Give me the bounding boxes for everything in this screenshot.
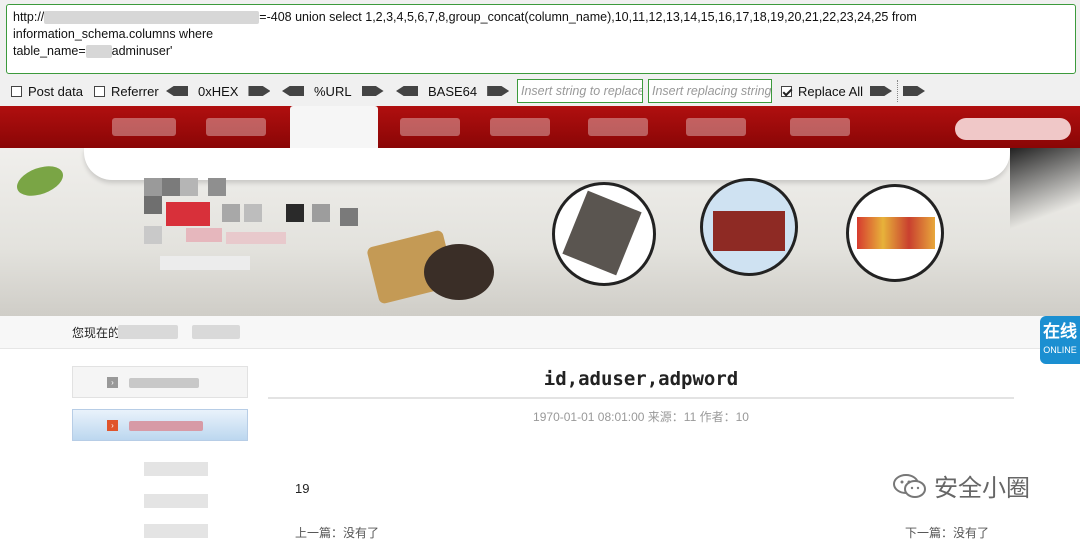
sidebar-item-active[interactable]: › xyxy=(72,409,248,441)
replace-all-label: Replace All xyxy=(798,83,864,99)
hex-tool[interactable]: 0xHEX xyxy=(166,78,271,104)
online-big-label: 在线 xyxy=(1043,322,1077,341)
nav-item[interactable] xyxy=(790,118,850,136)
base64-label: BASE64 xyxy=(428,83,478,99)
hackbar: http://=-408 union select 1,2,3,4,5,6,7,… xyxy=(0,0,1080,106)
banner-top-card xyxy=(84,148,1010,180)
next-article-link[interactable]: 下一篇：没有了 xyxy=(905,524,989,541)
replace-apply-button-2[interactable] xyxy=(903,78,925,104)
feature-circle-1[interactable] xyxy=(552,182,656,286)
redacted-host xyxy=(44,11,260,25)
sidebar-item[interactable]: › xyxy=(72,366,248,398)
feature-circle-2[interactable] xyxy=(700,178,798,276)
replace-apply-button[interactable] xyxy=(870,78,892,104)
nav-item[interactable] xyxy=(490,118,550,136)
logo-red-pixel xyxy=(166,202,210,226)
site-search-box[interactable] xyxy=(955,118,1071,140)
replace-arrow-icon[interactable] xyxy=(870,86,892,96)
base64-encode-arrow-icon[interactable] xyxy=(487,86,510,96)
watermark: 安全小圈 xyxy=(892,468,1030,503)
replace-string-input[interactable]: Insert string to replace xyxy=(517,79,643,103)
leaf-decoration xyxy=(13,160,67,202)
logo-pixel xyxy=(162,178,180,196)
bamboo-decoration xyxy=(1010,148,1080,258)
url-line2-end: adminuser' xyxy=(111,44,173,58)
nav-item[interactable] xyxy=(112,118,176,136)
breadcrumb: 您现在的 xyxy=(0,316,1080,349)
chevron-right-icon: › xyxy=(107,420,118,431)
article-title: id,aduser,adpword xyxy=(543,368,739,390)
logo-pixel xyxy=(186,228,222,242)
logo-pixel xyxy=(144,196,162,214)
hex-encode-arrow-icon[interactable] xyxy=(248,86,271,96)
site-banner xyxy=(0,148,1080,316)
gift-boxes-image xyxy=(857,217,935,249)
online-small-label: ONLINE xyxy=(1043,345,1077,355)
sidebar-subitem[interactable] xyxy=(144,524,208,538)
redacted-table-prefix xyxy=(85,45,112,59)
referrer-toggle[interactable]: Referrer xyxy=(94,78,159,104)
url-decode-arrow-icon[interactable] xyxy=(282,86,304,96)
url-encode-arrow-icon[interactable] xyxy=(361,86,384,96)
logo-pixel xyxy=(144,226,162,244)
url-textarea[interactable]: http://=-408 union select 1,2,3,4,5,6,7,… xyxy=(6,4,1076,74)
logo-pixel xyxy=(226,232,286,244)
url-encode-tool[interactable]: %URL xyxy=(282,78,384,104)
nav-item[interactable] xyxy=(686,118,746,136)
logo-pixel xyxy=(244,204,262,222)
breadcrumb-prefix: 您现在的 xyxy=(72,326,121,340)
chevron-right-icon: › xyxy=(107,377,118,388)
wechat-icon xyxy=(892,472,928,500)
logo-pixel xyxy=(286,204,304,222)
sidebar-item-label xyxy=(129,421,203,431)
url-prefix: http:// xyxy=(13,10,45,24)
replace-all-toggle[interactable]: Replace All xyxy=(781,78,863,104)
breadcrumb-link[interactable] xyxy=(118,325,178,339)
logo-pixel xyxy=(340,208,358,226)
sidebar-item-label xyxy=(129,378,199,388)
logo-pixel xyxy=(180,178,198,196)
site-nav-bar xyxy=(0,106,1080,148)
logo-pixel xyxy=(208,178,226,196)
gate-image xyxy=(713,211,785,251)
url-encode-label: %URL xyxy=(314,83,352,99)
prev-article-link[interactable]: 上一篇：没有了 xyxy=(295,524,379,541)
referrer-checkbox[interactable] xyxy=(94,85,105,97)
base64-tool[interactable]: BASE64 xyxy=(396,78,510,104)
logo-pixel xyxy=(222,204,240,222)
base64-decode-arrow-icon[interactable] xyxy=(396,86,418,96)
toolbar-separator xyxy=(897,80,898,102)
post-data-checkbox[interactable] xyxy=(11,85,22,97)
nav-item[interactable] xyxy=(588,118,648,136)
breadcrumb-link[interactable] xyxy=(192,325,240,339)
replace-all-checkbox[interactable] xyxy=(781,85,792,97)
post-data-label: Post data xyxy=(28,83,83,99)
nav-item[interactable] xyxy=(400,118,460,136)
logo-pixel xyxy=(144,178,162,196)
url-line2-start: table_name= xyxy=(13,44,86,58)
post-data-toggle[interactable]: Post data xyxy=(11,78,83,104)
hex-decode-arrow-icon[interactable] xyxy=(166,86,188,96)
article-body: 19 xyxy=(295,481,310,496)
logo-pixel xyxy=(312,204,330,222)
hackbar-toolbar: Post data Referrer 0xHEX %URL BASE64 Ins… xyxy=(0,78,1080,104)
logo-pixel xyxy=(160,256,250,270)
sidebar-subitem[interactable] xyxy=(144,462,208,476)
nav-item[interactable] xyxy=(206,118,266,136)
replacing-string-input[interactable]: Insert replacing string xyxy=(648,79,772,103)
title-divider xyxy=(268,397,1014,399)
hex-label: 0xHEX xyxy=(198,83,239,99)
referrer-label: Referrer xyxy=(111,83,159,99)
sidebar-subitem[interactable] xyxy=(144,494,208,508)
inkstone-decoration xyxy=(424,244,494,300)
book-image xyxy=(562,190,642,276)
watermark-text: 安全小圈 xyxy=(934,475,1030,502)
replace-arrow-icon-2[interactable] xyxy=(903,86,925,96)
article-meta: 1970-01-01 08:01:00 来源：11 作者：10 xyxy=(533,410,749,424)
online-service-button[interactable]: 在线 ONLINE xyxy=(1040,316,1080,364)
feature-circle-3[interactable] xyxy=(846,184,944,282)
